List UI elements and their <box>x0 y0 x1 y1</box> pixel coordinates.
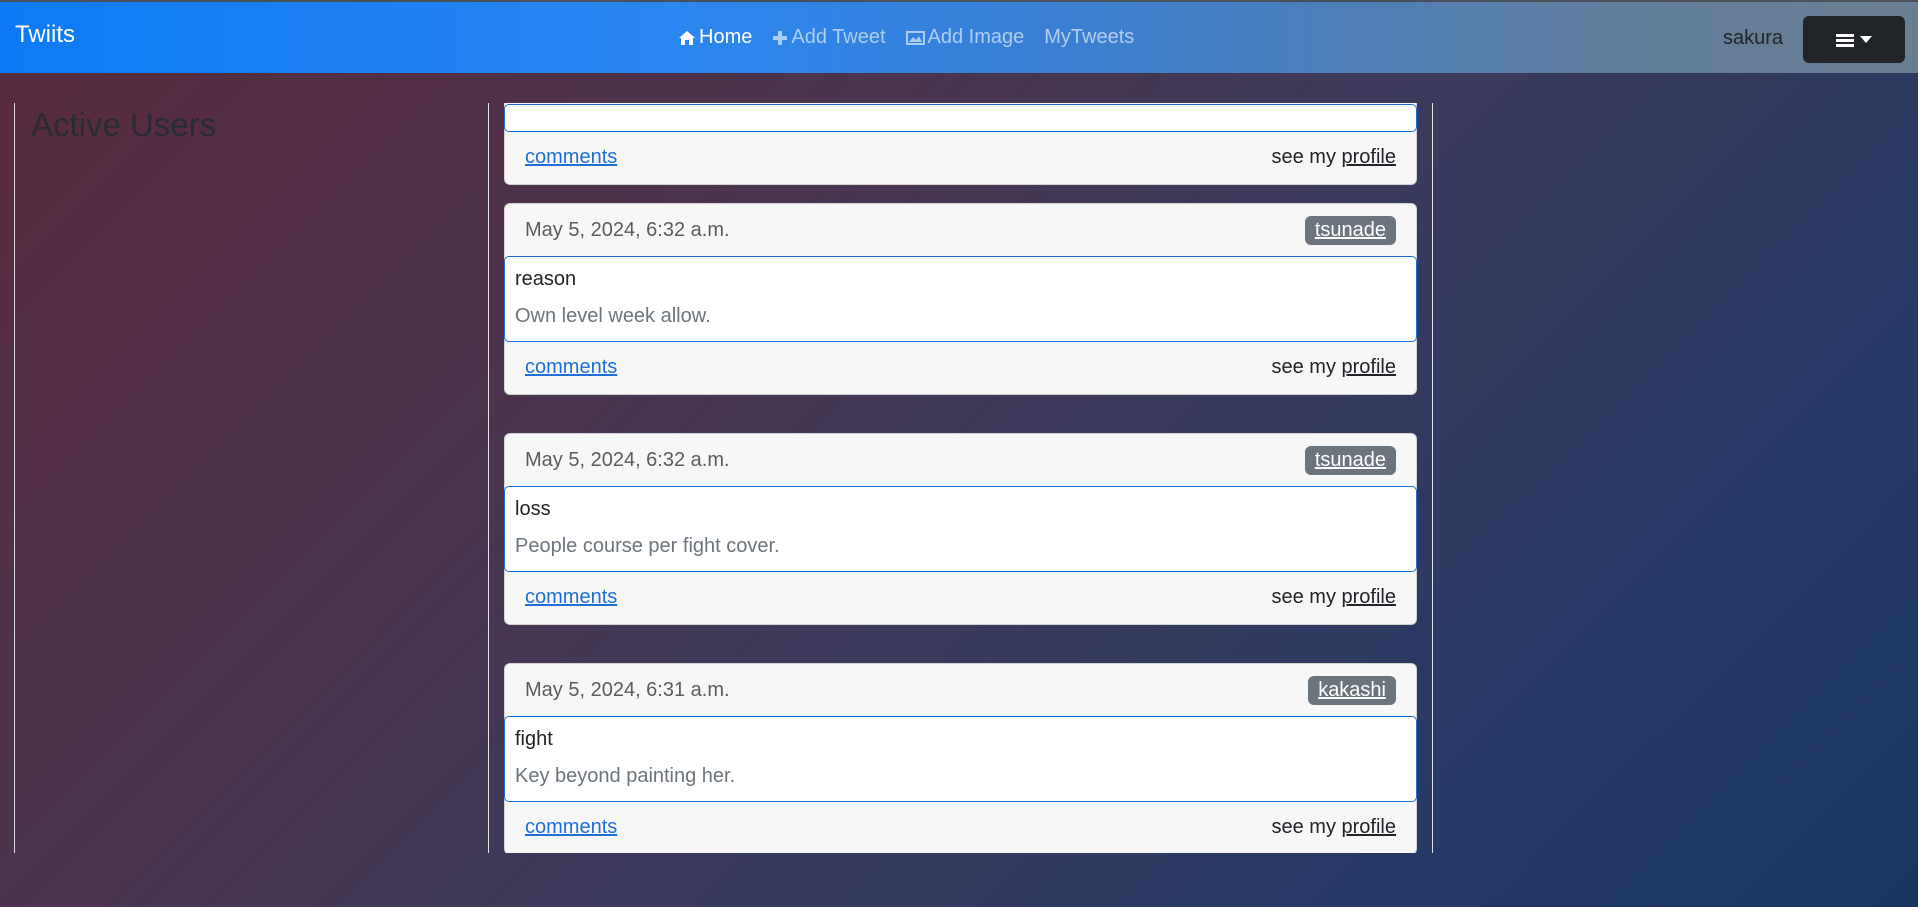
profile-link[interactable]: profile <box>1342 356 1396 378</box>
author-badge[interactable]: tsunade <box>1304 216 1396 245</box>
tweet-text: People course per fight cover. <box>515 535 780 557</box>
brand-logo[interactable]: Twiits <box>15 21 75 49</box>
tweet-date: May 5, 2024, 6:32 a.m. <box>525 449 730 471</box>
nav-mytweets-label: MyTweets <box>1044 26 1135 48</box>
image-icon <box>905 30 925 45</box>
see-my-profile: see my profile <box>1271 146 1396 169</box>
hamburger-icon <box>1836 33 1854 47</box>
tweet-footer: comments see my profile <box>505 572 1416 624</box>
tweet-body: fight Key beyond painting her. <box>504 716 1417 802</box>
nav-home-label: Home <box>699 26 753 48</box>
tweet-footer: comments see my profile <box>505 132 1416 184</box>
see-my-profile: see my profile <box>1271 356 1396 379</box>
tweet-body: loss People course per fight cover. <box>504 486 1417 572</box>
comments-link[interactable]: comments <box>525 816 617 839</box>
tweet-text: Key beyond painting her. <box>515 765 736 787</box>
tweet-header: May 5, 2024, 6:31 a.m. kakashi <box>505 664 1416 716</box>
tweet-header: May 5, 2024, 6:32 a.m. tsunade <box>505 204 1416 256</box>
tweet-card: comments see my profile <box>504 103 1417 185</box>
nav-add-tweet[interactable]: Add Tweet <box>772 26 886 49</box>
see-my-profile: see my profile <box>1271 586 1396 609</box>
nav-home[interactable]: Home <box>678 26 752 49</box>
see-my-label: see my <box>1271 586 1336 608</box>
comments-link[interactable]: comments <box>525 586 617 609</box>
tweet-feed: comments see my profile May 5, 2024, 6:3… <box>488 103 1433 853</box>
tweet-title: reason <box>515 268 577 290</box>
profile-link[interactable]: profile <box>1342 146 1396 168</box>
active-users-title: Active Users <box>31 106 217 143</box>
author-badge[interactable]: kakashi <box>1308 676 1396 705</box>
nav-add-image-label: Add Image <box>927 26 1025 48</box>
tweet-title: fight <box>515 728 553 750</box>
comments-link[interactable]: comments <box>525 146 617 169</box>
profile-link[interactable]: profile <box>1342 586 1396 608</box>
nav-add-tweet-label: Add Tweet <box>791 26 886 48</box>
tweet-date: May 5, 2024, 6:31 a.m. <box>525 679 730 701</box>
tweet-date: May 5, 2024, 6:32 a.m. <box>525 219 730 241</box>
navbar: Twiits Home Add Tweet Add Image MyTweets… <box>0 2 1918 73</box>
plus-icon <box>773 30 788 45</box>
home-icon <box>679 30 695 45</box>
tweet-footer: comments see my profile <box>505 802 1416 853</box>
active-users-panel: Active Users <box>14 103 484 853</box>
tweet-card: May 5, 2024, 6:31 a.m. kakashi fight Key… <box>504 663 1417 853</box>
current-user: sakura <box>1723 27 1784 49</box>
tweet-header: May 5, 2024, 6:32 a.m. tsunade <box>505 434 1416 486</box>
tweet-text: Own level week allow. <box>515 305 711 327</box>
tweet-footer: comments see my profile <box>505 342 1416 394</box>
nav-add-image[interactable]: Add Image <box>905 26 1025 49</box>
nav-links: Home Add Tweet Add Image MyTweets <box>678 26 1154 49</box>
author-badge[interactable]: tsunade <box>1304 446 1396 475</box>
tweet-body <box>504 104 1417 132</box>
tweet-card: May 5, 2024, 6:32 a.m. tsunade reason Ow… <box>504 203 1417 395</box>
see-my-profile: see my profile <box>1271 816 1396 839</box>
comments-link[interactable]: comments <box>525 356 617 379</box>
profile-link[interactable]: profile <box>1342 816 1396 838</box>
tweet-title: loss <box>515 498 551 520</box>
see-my-label: see my <box>1271 146 1336 168</box>
see-my-label: see my <box>1271 816 1336 838</box>
caret-down-icon <box>1860 35 1872 43</box>
see-my-label: see my <box>1271 356 1336 378</box>
tweet-card: May 5, 2024, 6:32 a.m. tsunade loss Peop… <box>504 433 1417 625</box>
menu-dropdown-button[interactable] <box>1803 16 1905 63</box>
tweet-body: reason Own level week allow. <box>504 256 1417 342</box>
nav-mytweets[interactable]: MyTweets <box>1044 26 1134 49</box>
